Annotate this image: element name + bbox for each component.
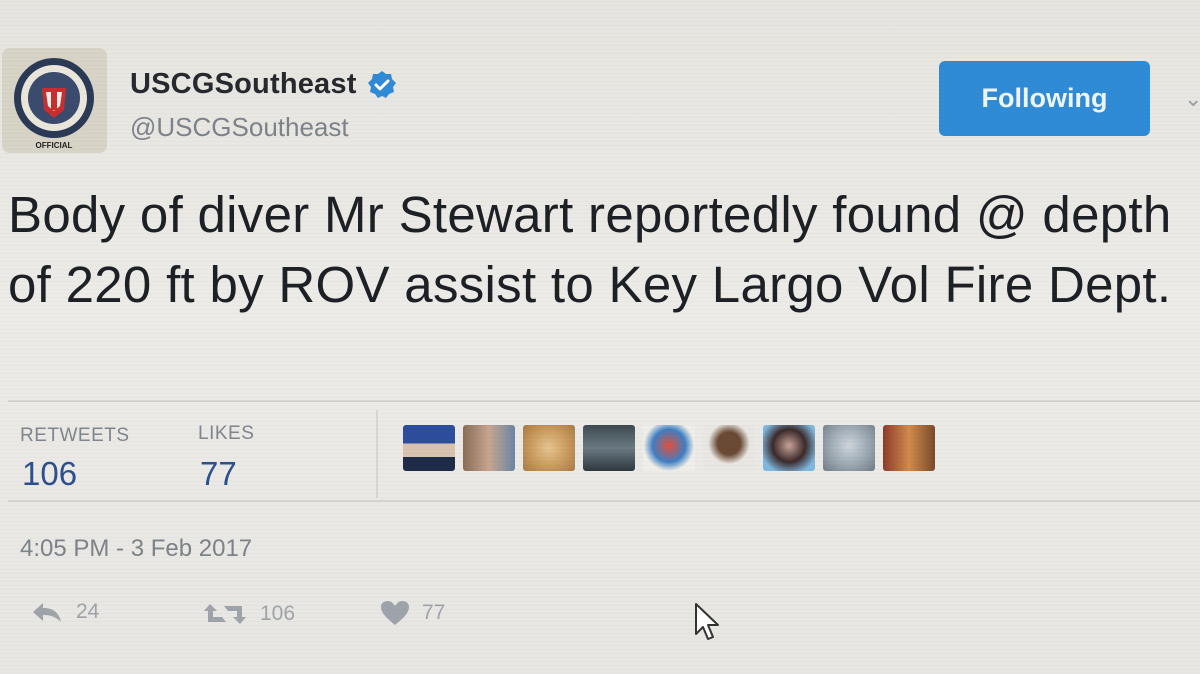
divider [376, 410, 378, 498]
liker-avatar[interactable] [583, 425, 635, 471]
verified-badge-icon [367, 70, 396, 98]
chevron-down-icon[interactable]: ⌄ [1184, 86, 1200, 112]
display-name[interactable]: USCGSoutheast [130, 68, 357, 101]
likes-count[interactable]: 77 [200, 455, 237, 493]
avatar-official-label: OFFICIAL [36, 141, 73, 150]
liker-avatar[interactable] [643, 425, 695, 471]
coast-guard-seal-icon: OFFICIAL [2, 48, 107, 153]
liker-avatar[interactable] [703, 425, 755, 471]
retweet-count: 106 [260, 602, 296, 625]
reply-button[interactable]: 24 [30, 600, 99, 624]
retweets-count[interactable]: 106 [22, 455, 77, 493]
liker-avatar[interactable] [883, 425, 935, 471]
retweets-label: RETWEETS [20, 425, 130, 446]
likes-label: LIKES [198, 423, 255, 444]
avatar[interactable]: OFFICIAL [2, 48, 107, 153]
liker-avatar[interactable] [403, 425, 455, 471]
tweet-text: Body of diver Mr Stewart reportedly foun… [8, 186, 1172, 313]
user-handle[interactable]: @USCGSoutheast [130, 112, 349, 143]
retweet-button[interactable]: 106 [202, 600, 295, 628]
heart-icon [381, 601, 409, 625]
retweet-icon [204, 604, 246, 624]
divider [8, 400, 1200, 402]
tweet-screen: OFFICIAL USCGSoutheast @USCGSoutheast Fo… [0, 0, 1200, 674]
reply-icon [33, 603, 61, 622]
author-name-row[interactable]: USCGSoutheast [130, 68, 397, 101]
liker-avatars [403, 425, 935, 471]
liker-avatar[interactable] [523, 425, 575, 471]
tweet-timestamp[interactable]: 4:05 PM - 3 Feb 2017 [20, 535, 252, 563]
reply-count: 24 [76, 600, 100, 623]
like-button[interactable]: 77 [380, 600, 445, 626]
following-button[interactable]: Following [939, 61, 1150, 136]
liker-avatar[interactable] [823, 425, 875, 471]
divider [8, 500, 1200, 502]
liker-avatar[interactable] [463, 425, 515, 471]
liker-avatar[interactable] [763, 425, 815, 471]
mouse-pointer-icon [695, 603, 719, 640]
like-count: 77 [422, 601, 446, 624]
